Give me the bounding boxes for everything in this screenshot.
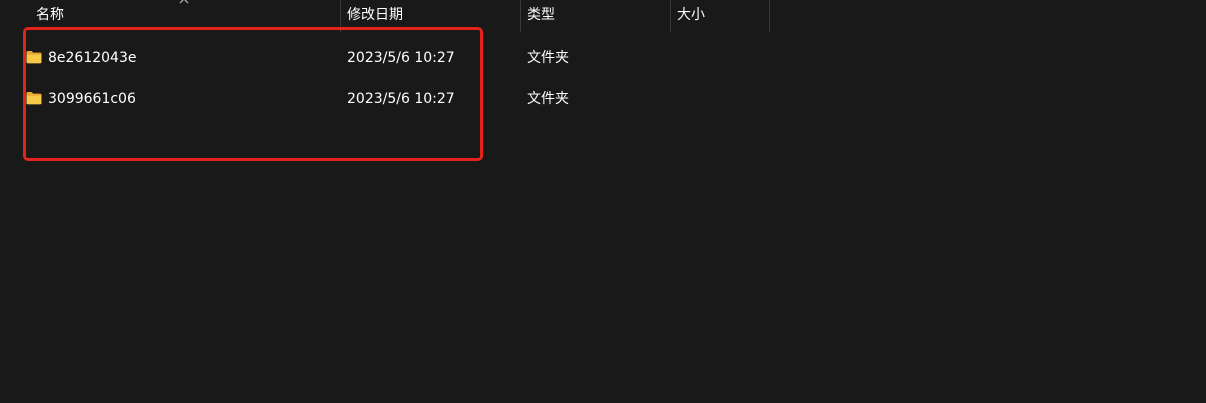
column-header-name-label: 名称 (36, 7, 64, 23)
folder-icon (26, 92, 42, 105)
chevron-up-icon[interactable] (178, 0, 190, 6)
file-type: 文件夹 (527, 50, 569, 66)
file-modified-date: 2023/5/6 10:27 (347, 50, 455, 66)
file-explorer-list-view: 名称 修改日期 类型 大小 8e2612043e 2023/5/6 10:27 … (0, 0, 1206, 403)
column-header-bar: 名称 修改日期 类型 大小 (0, 0, 1206, 32)
column-divider[interactable] (670, 0, 671, 32)
file-row[interactable]: 8e2612043e 2023/5/6 10:27 文件夹 (0, 38, 1206, 78)
file-name: 3099661c06 (48, 91, 136, 107)
file-type: 文件夹 (527, 91, 569, 107)
column-divider[interactable] (520, 0, 521, 32)
file-name: 8e2612043e (48, 50, 137, 66)
column-header-modified-label: 修改日期 (347, 7, 403, 23)
column-header-modified[interactable]: 修改日期 (347, 0, 520, 32)
file-modified-date: 2023/5/6 10:27 (347, 91, 455, 107)
column-header-size[interactable]: 大小 (677, 0, 770, 32)
column-header-type[interactable]: 类型 (527, 0, 670, 32)
column-divider[interactable] (340, 0, 341, 32)
folder-icon (26, 51, 42, 64)
file-row[interactable]: 3099661c06 2023/5/6 10:27 文件夹 (0, 79, 1206, 119)
column-header-type-label: 类型 (527, 7, 555, 23)
column-divider[interactable] (769, 0, 770, 32)
column-header-size-label: 大小 (677, 7, 705, 23)
